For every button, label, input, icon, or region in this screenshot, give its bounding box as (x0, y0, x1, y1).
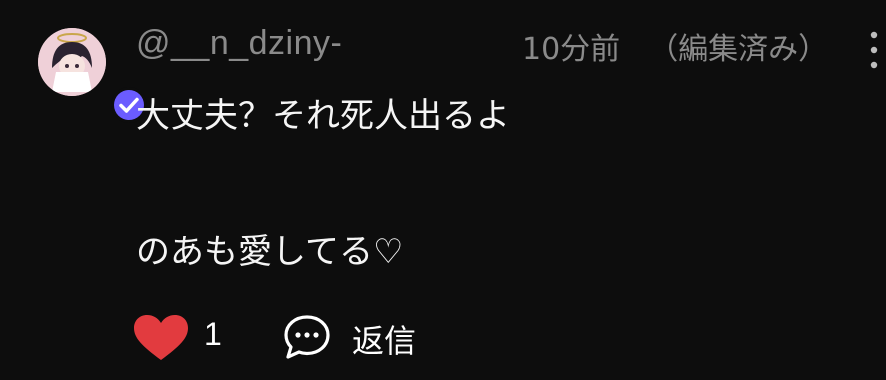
comment-author[interactable]: @__n_dziny- (136, 24, 342, 63)
comment-actions: 1 返信 (132, 312, 452, 362)
comment-meta: 10分前 （編集済み） (522, 24, 828, 68)
speech-bubble-icon (284, 315, 330, 359)
comment-text-line: のあも愛してる♡ (136, 232, 404, 272)
like-count: 1 (204, 316, 222, 352)
avatar[interactable] (38, 28, 147, 123)
edited-label: （編集済み） (648, 32, 829, 67)
reply-label: 返信 (352, 322, 417, 360)
comment-item: @__n_dziny- 10分前 （編集済み） 大丈夫？それ死人出るよ のあも愛し… (0, 0, 886, 380)
comment-time: 10分前 (522, 32, 621, 67)
heart-icon[interactable] (132, 314, 190, 362)
reply-button[interactable]: 返信 (282, 312, 442, 362)
more-vertical-icon[interactable] (862, 28, 886, 72)
avatar-portrait (38, 28, 106, 96)
comment-text-line: 大丈夫？それ死人出るよ (136, 96, 510, 136)
